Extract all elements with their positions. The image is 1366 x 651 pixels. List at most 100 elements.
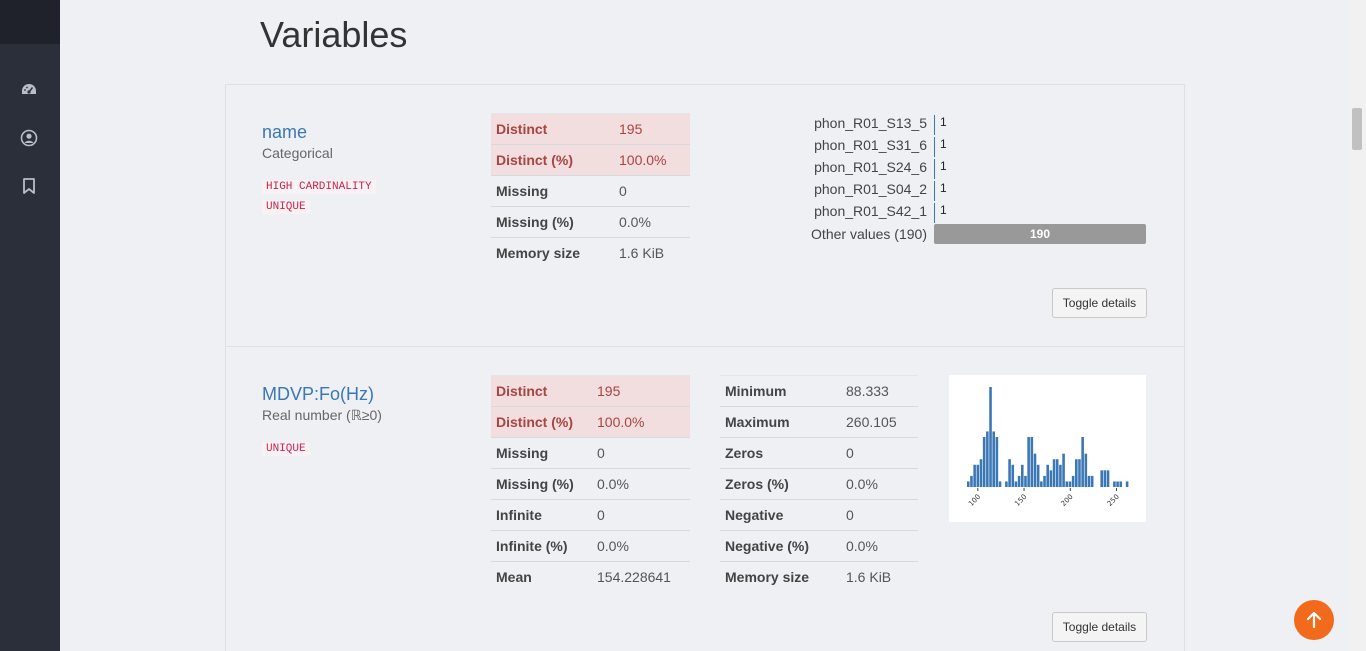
histogram-bar: [1090, 475, 1094, 487]
stat-key: Mean: [491, 561, 592, 593]
histogram-bar: [1014, 481, 1018, 487]
histogram-bar: [1084, 453, 1088, 487]
histogram-bar: [1017, 475, 1021, 487]
freq-count: 1: [940, 115, 947, 129]
stats-table-mdvp-fo-2: Minimum 88.333 Maximum 260.105 Zeros 0 Zero…: [720, 375, 918, 593]
histogram-bar: [1087, 475, 1091, 487]
stat-value: 0: [592, 437, 690, 469]
stat-value: 0.0%: [614, 206, 690, 238]
histogram-bar: [982, 437, 986, 487]
stat-row: Infinite 0: [491, 499, 690, 531]
stats-table-mdvp-fo: Distinct 195 Distinct (%) 100.0% Missing 0 …: [491, 375, 690, 593]
stat-row: Negative (%) 0.0%: [720, 530, 918, 562]
histogram-bar: [1011, 464, 1015, 487]
freq-row: phon_R01_S31_6: [700, 137, 927, 157]
histogram-bar: [967, 481, 970, 487]
stat-value: 88.333: [841, 375, 918, 407]
stat-row: Distinct 195: [491, 375, 690, 407]
stat-key: Zeros (%): [720, 468, 841, 500]
freq-bar: [934, 181, 935, 201]
arrow-up-icon: [1306, 611, 1322, 629]
stat-value: 0.0%: [592, 468, 690, 500]
histogram-bar: [1075, 459, 1078, 487]
x-tick-label: 200: [1060, 493, 1075, 508]
histogram-bar: [973, 464, 976, 487]
x-tick-label: 100: [967, 493, 982, 508]
histogram-bar: [1103, 470, 1107, 487]
histogram-bar: [1081, 437, 1084, 487]
histogram-bar: [992, 431, 995, 487]
freq-bar: [934, 159, 935, 179]
stat-row: Memory size 1.6 KiB: [720, 561, 918, 593]
histogram-bar: [1036, 464, 1040, 487]
stats-table-name: Distinct 195 Distinct (%) 100.0% Missing 0 …: [491, 113, 690, 269]
toggle-details-button[interactable]: Toggle details: [1052, 288, 1147, 318]
stat-row: Negative 0: [720, 499, 918, 531]
sidebar-header: [0, 0, 60, 44]
histogram-bar: [1116, 481, 1119, 487]
stat-key: Distinct: [491, 113, 614, 145]
stat-row: Mean 154.228641: [491, 561, 690, 593]
stat-key: Memory size: [491, 237, 614, 269]
stat-value: 0: [841, 437, 918, 469]
stat-value: 260.105: [841, 406, 918, 438]
x-tick-label: 150: [1013, 493, 1028, 508]
freq-bar: [934, 115, 935, 135]
stat-key: Distinct: [491, 375, 592, 407]
stat-row: Distinct (%) 100.0%: [491, 144, 690, 176]
histogram-bar: [1071, 475, 1075, 487]
freq-row: phon_R01_S42_1: [700, 203, 927, 223]
histogram-bar: [1068, 481, 1072, 487]
stat-row: Missing (%) 0.0%: [491, 468, 690, 500]
freq-label: phon_R01_S24_6: [814, 159, 927, 175]
freq-row: phon_R01_S04_2: [700, 181, 927, 201]
histogram-svg: 100 150 200 250: [967, 387, 1129, 508]
histogram-bar: [1033, 453, 1037, 487]
scroll-to-top-button[interactable]: [1294, 600, 1334, 640]
toggle-details-button[interactable]: Toggle details: [1052, 612, 1147, 642]
stat-value: 1.6 KiB: [614, 237, 690, 269]
histogram-bar: [998, 481, 1002, 487]
freq-count: 1: [940, 159, 947, 173]
histogram-bar: [1113, 481, 1116, 487]
histogram-bar: [1100, 470, 1103, 487]
histogram-bar: [1024, 475, 1027, 487]
histogram-bar: [1059, 464, 1062, 487]
stat-row: Missing 0: [491, 175, 690, 207]
histogram-bar: [1052, 459, 1056, 487]
histogram-bar: [1125, 481, 1129, 487]
page-scrollbar[interactable]: [1349, 0, 1366, 651]
badge-unique: UNIQUE: [262, 442, 310, 456]
histogram-bar: [1030, 437, 1034, 487]
freq-label: phon_R01_S31_6: [814, 137, 927, 153]
histogram-mdvp-fo: 100 150 200 250: [949, 375, 1146, 522]
user-icon[interactable]: [20, 129, 38, 147]
page-title: Variables: [260, 14, 408, 55]
stat-row: Distinct (%) 100.0%: [491, 406, 690, 438]
stat-key: Distinct (%): [491, 406, 592, 438]
scrollbar-thumb[interactable]: [1352, 108, 1362, 150]
sidebar: [0, 0, 60, 651]
histogram-bar: [1005, 481, 1008, 487]
stat-value: 1.6 KiB: [841, 561, 918, 593]
stat-value: 0: [614, 175, 690, 207]
histogram-bar: [1049, 470, 1053, 487]
stat-value: 100.0%: [592, 406, 690, 438]
stat-key: Maximum: [720, 406, 841, 438]
dashboard-icon[interactable]: [20, 81, 38, 99]
bookmark-icon[interactable]: [20, 177, 38, 195]
stat-key: Missing: [491, 437, 592, 469]
freq-bar: [934, 137, 935, 157]
histogram-bar: [979, 459, 983, 487]
freq-row: phon_R01_S13_5: [700, 115, 927, 135]
freq-count: 1: [940, 137, 947, 151]
histogram-bar: [1043, 475, 1046, 487]
variable-type: Categorical: [262, 145, 333, 161]
stat-key: Minimum: [720, 375, 841, 407]
stat-value: 154.228641: [592, 561, 690, 593]
variable-title-name[interactable]: name: [262, 122, 307, 143]
variable-title-mdvp-fo[interactable]: MDVP:Fo(Hz): [262, 384, 374, 405]
freq-label-other: Other values (190): [811, 226, 927, 242]
histogram-bar: [1119, 481, 1123, 487]
stat-row: Distinct 195: [491, 113, 690, 145]
